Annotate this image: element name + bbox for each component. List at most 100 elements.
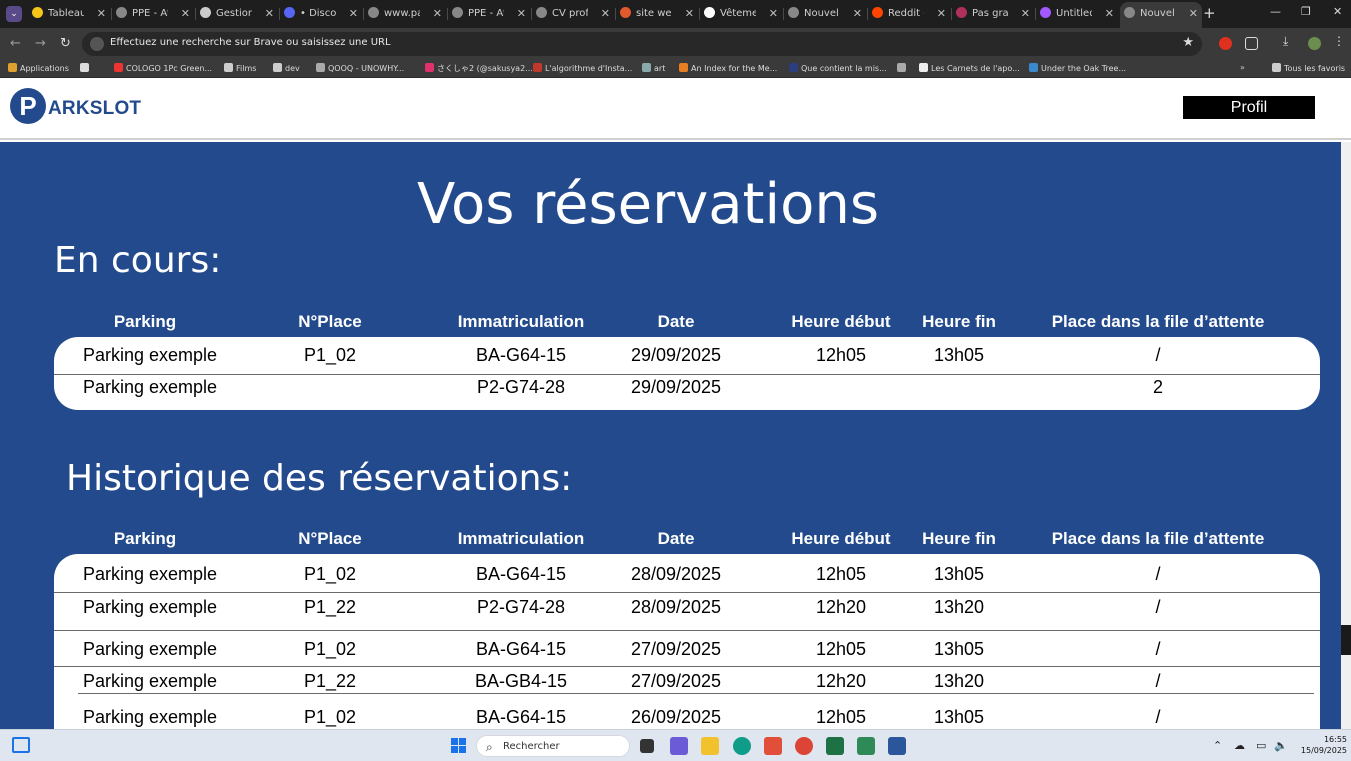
browser-tab[interactable]: Tableau ✕ <box>28 3 110 25</box>
cell-date: 28/09/2025 <box>630 597 722 617</box>
cell-queue: / <box>1155 345 1161 365</box>
close-tab-icon[interactable]: ✕ <box>97 3 106 25</box>
clock[interactable]: 16:55 15/09/2025 <box>1297 734 1347 756</box>
edge-icon[interactable] <box>733 737 751 755</box>
browser-tab[interactable]: site web ✕ <box>616 3 698 25</box>
bookmark-item[interactable]: Applications <box>8 63 69 73</box>
cell-plate: P2-G74-28 <box>476 377 566 397</box>
word-icon[interactable] <box>888 737 906 755</box>
browser-tab[interactable]: Reddit - ✕ <box>868 3 950 25</box>
browser-tab[interactable]: CV profe ✕ <box>532 3 614 25</box>
browser-tab[interactable]: Nouvel o ✕ <box>1120 2 1202 28</box>
bookmark-item[interactable] <box>80 63 92 73</box>
page-scrollbar[interactable] <box>1341 142 1351 729</box>
cell-date: 27/09/2025 <box>630 671 722 691</box>
tab-separator <box>951 8 952 20</box>
discord-icon <box>284 7 295 18</box>
menu-icon[interactable]: ⋮ <box>1333 34 1346 48</box>
bookmark-item[interactable] <box>897 63 909 73</box>
task-view-icon[interactable] <box>640 739 654 753</box>
bookmark-item[interactable]: Les Carnets de l'apo... <box>919 63 1020 73</box>
close-tab-icon[interactable]: ✕ <box>853 3 862 25</box>
brave-shields-icon[interactable] <box>1219 37 1232 50</box>
web-page: P ARKSLOT Profil Vos réservations En cou… <box>0 78 1351 729</box>
file-explorer-icon[interactable] <box>701 737 719 755</box>
cell-parking: Parking exemple <box>83 671 218 691</box>
tray-chevron-icon[interactable]: ⌃ <box>1213 739 1222 752</box>
profile-button[interactable]: Profil <box>1183 96 1315 119</box>
bookmark-star-icon[interactable]: ★ <box>1182 35 1194 50</box>
browser-tab[interactable]: Vêtemen ✕ <box>700 3 782 25</box>
site-header: P ARKSLOT Profil <box>0 78 1351 140</box>
close-tab-icon[interactable]: ✕ <box>265 3 274 25</box>
globe-icon <box>897 63 906 72</box>
bookmark-item[interactable]: Que contient la mis... <box>789 63 887 73</box>
restore-icon[interactable]: ❐ <box>1301 5 1311 18</box>
bookmark-label: Les Carnets de l'apo... <box>931 64 1020 73</box>
close-tab-icon[interactable]: ✕ <box>685 3 694 25</box>
browser-tab[interactable]: PPE - At ✕ <box>112 3 194 25</box>
network-icon[interactable]: ▭ <box>1256 739 1266 752</box>
site-info-icon[interactable] <box>90 37 104 51</box>
volume-icon[interactable]: 🔈 <box>1274 739 1288 752</box>
bookmark-item[interactable]: COLOGO 1Pc Green... <box>114 63 212 73</box>
extensions-icon[interactable] <box>1245 37 1258 50</box>
browser-tab[interactable]: Gestion ✕ <box>196 3 278 25</box>
close-tab-icon[interactable]: ✕ <box>601 3 610 25</box>
close-tab-icon[interactable]: ✕ <box>433 3 442 25</box>
game-app-icon[interactable] <box>670 737 688 755</box>
close-tab-icon[interactable]: ✕ <box>517 3 526 25</box>
oak-icon <box>1029 63 1038 72</box>
new-tab-button[interactable]: + <box>1203 4 1216 22</box>
browser-tab[interactable]: Untitled ✕ <box>1036 3 1118 25</box>
bookmark-label: Tous les favoris <box>1284 64 1346 73</box>
chrome-icon[interactable] <box>795 737 813 755</box>
cell-date: 27/09/2025 <box>630 639 722 659</box>
excel-icon[interactable] <box>826 737 844 755</box>
download-icon[interactable]: ⤓ <box>1283 34 1296 48</box>
close-tab-icon[interactable]: ✕ <box>1189 2 1198 26</box>
image-app-icon[interactable] <box>857 737 875 755</box>
close-tab-icon[interactable]: ✕ <box>1105 3 1114 25</box>
scrollbar-thumb[interactable] <box>1341 625 1351 655</box>
taskbar-search[interactable]: ⌕ Rechercher <box>476 735 630 757</box>
close-tab-icon[interactable]: ✕ <box>1021 3 1030 25</box>
browser-tab[interactable]: Pas grat ✕ <box>952 3 1034 25</box>
address-bar[interactable]: Effectuez une recherche sur Brave ou sai… <box>82 32 1202 56</box>
bookmark-item[interactable]: art <box>642 63 665 73</box>
minimize-icon[interactable]: — <box>1270 5 1281 18</box>
cell-end: 13h05 <box>933 639 985 659</box>
bookmark-item[interactable]: Films <box>224 63 256 73</box>
cell-plate: BA-G64-15 <box>475 639 567 659</box>
globe-icon <box>316 63 325 72</box>
bookmark-label: さくしゃ2 (@sakusya2... <box>437 64 533 73</box>
browser-tab[interactable]: www.par ✕ <box>364 3 446 25</box>
reload-icon[interactable]: ↻ <box>60 36 71 51</box>
onedrive-icon[interactable]: ☁ <box>1234 739 1245 752</box>
browser-tab[interactable]: PPE - At ✕ <box>448 3 530 25</box>
back-icon[interactable]: ← <box>10 36 21 51</box>
bookmark-item[interactable]: Tous les favoris <box>1272 63 1345 73</box>
avatar[interactable] <box>1308 37 1321 50</box>
close-tab-icon[interactable]: ✕ <box>769 3 778 25</box>
close-window-icon[interactable]: ✕ <box>1333 5 1342 18</box>
browser-tab[interactable]: • Discord ✕ <box>280 3 362 25</box>
bookmark-item[interactable]: L'algorithme d'Insta... <box>533 63 632 73</box>
close-tab-icon[interactable]: ✕ <box>937 3 946 25</box>
bookmark-item[interactable]: dev <box>273 63 300 73</box>
forward-icon[interactable]: → <box>35 36 46 51</box>
logo[interactable]: P <box>10 88 46 124</box>
more-bookmarks-icon[interactable]: » <box>1240 63 1245 72</box>
bookmark-item[interactable]: An Index for the Me... <box>679 63 777 73</box>
store-icon[interactable] <box>764 737 782 755</box>
close-tab-icon[interactable]: ✕ <box>181 3 190 25</box>
browser-tab[interactable]: Nouvel o ✕ <box>784 3 866 25</box>
widgets-icon[interactable] <box>12 737 30 753</box>
close-tab-icon[interactable]: ✕ <box>349 3 358 25</box>
bookmark-item[interactable]: Under the Oak Tree... <box>1029 63 1126 73</box>
taskbar: ⌕ Rechercher ⌃ ☁ ▭ 🔈 16:55 15/09/2025 <box>0 729 1351 761</box>
start-icon[interactable] <box>451 738 467 754</box>
tab-search-icon[interactable]: ⌄ <box>6 6 22 22</box>
bookmark-item[interactable]: さくしゃ2 (@sakusya2... <box>425 63 533 74</box>
bookmark-item[interactable]: QOOQ - UNOWHY... <box>316 63 404 73</box>
